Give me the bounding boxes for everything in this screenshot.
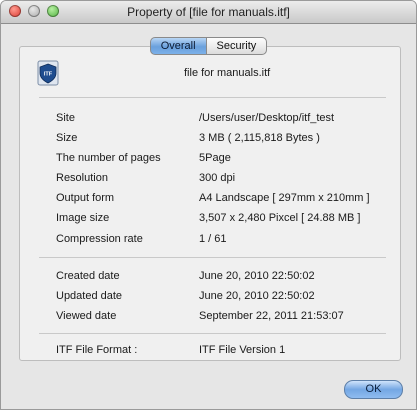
tab-bar: Overall Security bbox=[1, 37, 416, 55]
site-label: Site bbox=[56, 112, 75, 124]
property-window: Property of [file for manuals.itf] Overa… bbox=[0, 0, 417, 410]
size-label: Size bbox=[56, 132, 78, 144]
ok-button[interactable]: OK bbox=[344, 380, 403, 399]
itf-document-icon: ITF bbox=[37, 60, 59, 86]
image-size-value: 3,507 x 2,480 Pixcel [ 24.88 MB ] bbox=[199, 212, 361, 224]
image-size-label: Image size bbox=[56, 212, 110, 224]
file-format-value: ITF File Version 1 bbox=[199, 344, 286, 356]
title-bar: Property of [file for manuals.itf] bbox=[1, 1, 416, 24]
viewed-date-label: Viewed date bbox=[56, 310, 117, 322]
updated-date-value: June 20, 2010 22:50:02 bbox=[199, 290, 315, 302]
created-date-value: June 20, 2010 22:50:02 bbox=[199, 270, 315, 282]
tab-security[interactable]: Security bbox=[205, 37, 268, 55]
viewed-date-value: September 22, 2011 21:53:07 bbox=[199, 310, 344, 322]
file-format-label: ITF File Format : bbox=[56, 344, 138, 356]
itf-icon-text: ITF bbox=[44, 72, 53, 78]
updated-date-label: Updated date bbox=[56, 290, 123, 302]
divider bbox=[39, 333, 386, 334]
resolution-value: 300 dpi bbox=[199, 172, 236, 184]
compression-rate-label: Compression rate bbox=[56, 233, 143, 245]
divider bbox=[39, 257, 386, 258]
divider bbox=[39, 97, 386, 98]
output-form-label: Output form bbox=[56, 192, 115, 204]
size-value: 3 MB ( 2,115,818 Bytes ) bbox=[199, 132, 320, 144]
site-value: /Users/user/Desktop/itf_test bbox=[199, 112, 335, 124]
tab-overall[interactable]: Overall bbox=[149, 37, 206, 55]
output-form-value: A4 Landscape [ 297mm x 210mm ] bbox=[199, 192, 370, 204]
pages-label: The number of pages bbox=[56, 152, 161, 164]
resolution-label: Resolution bbox=[56, 172, 108, 184]
file-name: file for manuals.itf bbox=[184, 67, 271, 79]
pages-value: 5Page bbox=[199, 152, 231, 164]
created-date-label: Created date bbox=[56, 270, 120, 282]
compression-rate-value: 1 / 61 bbox=[199, 233, 227, 245]
window-title: Property of [file for manuals.itf] bbox=[127, 5, 290, 19]
